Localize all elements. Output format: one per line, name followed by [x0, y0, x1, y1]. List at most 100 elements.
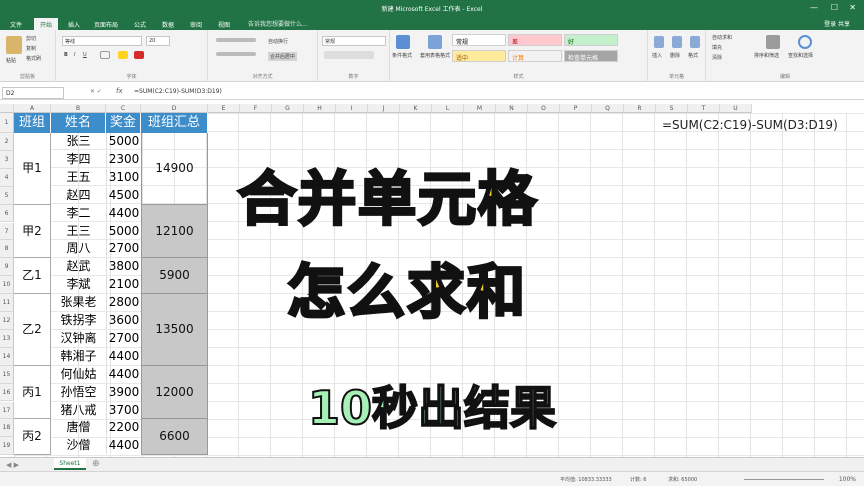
bonus-cell[interactable]: 3100	[106, 168, 141, 186]
row-header[interactable]: 8	[0, 240, 14, 259]
cut-button[interactable]: 剪切	[26, 35, 36, 42]
name-cell[interactable]: 周八	[51, 240, 106, 257]
column-header[interactable]: B	[51, 104, 106, 113]
add-sheet-icon[interactable]: ⊕	[92, 459, 100, 469]
name-cell[interactable]: 猪八戒	[51, 402, 106, 419]
name-cell[interactable]: 张果老	[51, 294, 106, 311]
name-cell[interactable]: 李二	[51, 205, 106, 222]
tab-formulas[interactable]: 公式	[128, 18, 152, 30]
header-bonus[interactable]: 奖金	[106, 113, 141, 133]
header-name[interactable]: 姓名	[51, 113, 106, 133]
bonus-cell[interactable]: 3700	[106, 401, 141, 419]
format-as-table-button[interactable]: 套用表格格式	[420, 52, 450, 59]
fill-color-icon[interactable]	[118, 51, 128, 59]
column-header[interactable]: C	[106, 104, 141, 113]
name-cell[interactable]: 李四	[51, 151, 106, 168]
fill-button[interactable]: 填充	[712, 44, 722, 51]
copy-button[interactable]: 复制	[26, 45, 36, 52]
row-header[interactable]: 14	[0, 347, 14, 366]
name-cell[interactable]: 赵四	[51, 187, 106, 204]
row-header[interactable]: 17	[0, 401, 14, 420]
paste-button[interactable]: 粘贴	[6, 57, 16, 64]
column-header[interactable]: F	[240, 104, 272, 113]
column-header[interactable]: P	[560, 104, 592, 113]
name-cell[interactable]: 李斌	[51, 276, 106, 293]
name-cell[interactable]: 韩湘子	[51, 348, 106, 365]
team-total-cell[interactable]: 5900	[141, 258, 208, 295]
insert-cells-button[interactable]: 插入	[652, 52, 662, 59]
tab-page-layout[interactable]: 页面布局	[88, 18, 124, 30]
bold-button[interactable]: B	[64, 52, 68, 58]
delete-cells-button[interactable]: 删除	[670, 52, 680, 59]
header-team-total[interactable]: 班组汇总	[141, 113, 208, 133]
autosum-button[interactable]: 自动求和	[712, 34, 732, 41]
name-box[interactable]: D2	[2, 87, 64, 99]
name-cell[interactable]: 沙僧	[51, 437, 106, 454]
find-select-button[interactable]: 查找和选择	[788, 52, 813, 59]
cancel-confirm-icons[interactable]: ✕ ✓	[90, 88, 102, 95]
name-cell[interactable]: 王三	[51, 223, 106, 240]
row-header[interactable]: 3	[0, 150, 14, 169]
column-header[interactable]: O	[528, 104, 560, 113]
bonus-cell[interactable]: 3600	[106, 312, 141, 329]
align-icon[interactable]	[216, 38, 256, 42]
user-area[interactable]: 登录 共享	[824, 19, 850, 28]
column-header[interactable]: G	[272, 104, 304, 113]
row-header[interactable]: 19	[0, 437, 14, 456]
column-header[interactable]: D	[141, 104, 208, 113]
zoom-slider[interactable]	[744, 479, 824, 480]
tab-view[interactable]: 视图	[212, 18, 236, 30]
bonus-cell[interactable]: 4400	[106, 365, 141, 383]
column-header[interactable]: S	[656, 104, 688, 113]
bonus-cell[interactable]: 3900	[106, 383, 141, 401]
bonus-cell[interactable]: 4400	[106, 347, 141, 365]
team-total-cell[interactable]: 6600	[141, 419, 208, 456]
row-header[interactable]: 7	[0, 222, 14, 241]
team-cell[interactable]: 乙2	[14, 294, 51, 366]
team-cell[interactable]: 丙1	[14, 365, 51, 420]
name-cell[interactable]: 王五	[51, 169, 106, 186]
minimize-icon[interactable]: —	[810, 3, 818, 12]
select-all-corner[interactable]	[0, 104, 14, 113]
font-size-select[interactable]: 20	[146, 36, 170, 46]
column-header[interactable]: Q	[592, 104, 624, 113]
tab-insert[interactable]: 插入	[62, 18, 86, 30]
zoom-level[interactable]: 100%	[839, 476, 856, 483]
tab-review[interactable]: 审阅	[184, 18, 208, 30]
team-cell[interactable]: 甲2	[14, 204, 51, 259]
find-select-icon[interactable]	[798, 35, 812, 49]
row-header[interactable]: 16	[0, 383, 14, 402]
column-header[interactable]: J	[368, 104, 400, 113]
row-header[interactable]: 13	[0, 329, 14, 348]
sheet-nav-icon[interactable]: ◀ ▶	[6, 461, 19, 469]
font-color-icon[interactable]	[134, 51, 144, 59]
name-cell[interactable]: 汉钟离	[51, 330, 106, 347]
sheet-tab-sheet1[interactable]: Sheet1	[54, 458, 86, 470]
tab-home[interactable]: 开始	[34, 18, 59, 30]
row-header[interactable]: 1	[0, 113, 14, 133]
tab-data[interactable]: 数据	[156, 18, 180, 30]
row-header[interactable]: 11	[0, 294, 14, 312]
row-header[interactable]: 4	[0, 168, 14, 187]
team-cell[interactable]: 甲1	[14, 133, 51, 205]
column-header[interactable]: I	[336, 104, 368, 113]
column-header[interactable]: R	[624, 104, 656, 113]
column-header[interactable]: M	[464, 104, 496, 113]
team-total-cell[interactable]: 13500	[141, 294, 208, 366]
bonus-cell[interactable]: 4400	[106, 204, 141, 222]
indent-icon[interactable]	[216, 52, 256, 56]
style-calc[interactable]: 计算	[508, 50, 562, 62]
wrap-text-button[interactable]: 自动换行	[268, 38, 288, 45]
column-header[interactable]: L	[432, 104, 464, 113]
merge-center-button[interactable]: 合并后居中	[268, 52, 298, 61]
sort-filter-icon[interactable]	[766, 35, 780, 49]
insert-cells-icon[interactable]	[654, 36, 664, 48]
bonus-cell[interactable]: 4400	[106, 437, 141, 455]
close-icon[interactable]: ✕	[849, 3, 856, 12]
name-cell[interactable]: 铁拐李	[51, 312, 106, 329]
underline-button[interactable]: U	[83, 52, 87, 58]
formula-text[interactable]: =SUM(C2:C19)-SUM(D3:D19)	[134, 88, 222, 95]
row-header[interactable]: 9	[0, 258, 14, 277]
bonus-cell[interactable]: 4500	[106, 186, 141, 204]
row-header[interactable]: 18	[0, 419, 14, 438]
